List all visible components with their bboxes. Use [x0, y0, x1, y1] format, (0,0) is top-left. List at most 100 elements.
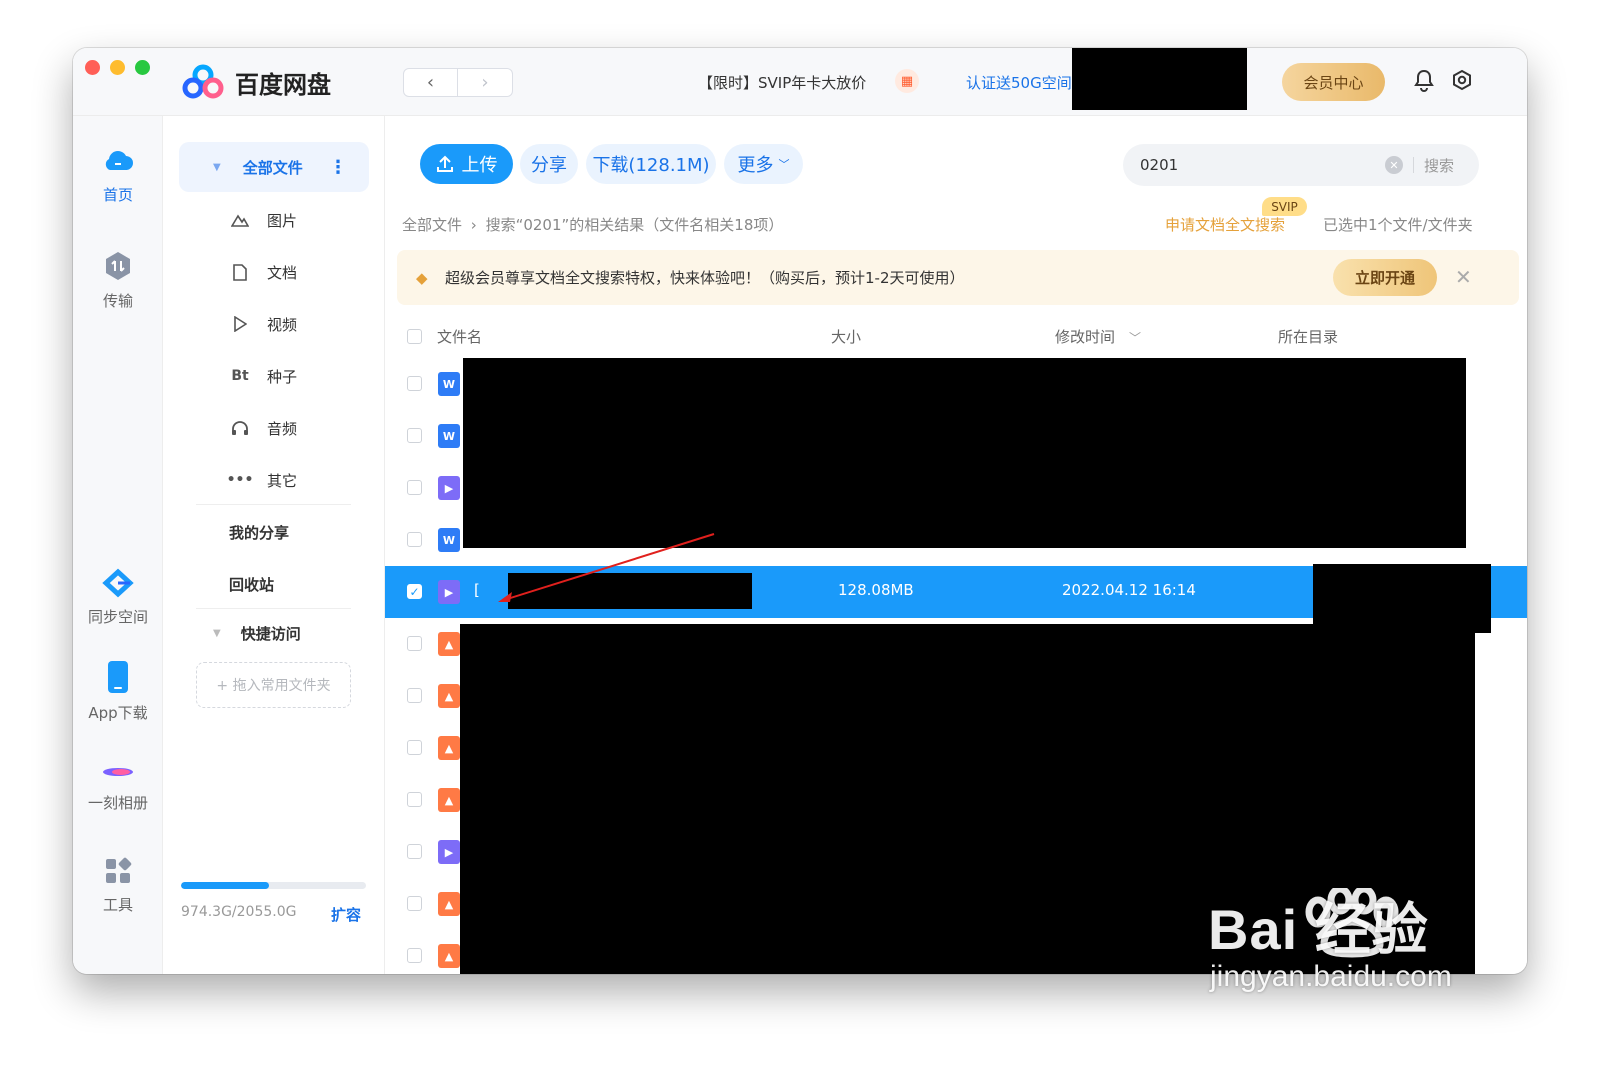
rail-item-tools[interactable]: 工具: [73, 856, 163, 915]
row-checkbox[interactable]: [407, 740, 422, 755]
app-title: 百度网盘: [235, 70, 331, 99]
diamond-icon: ◆: [416, 268, 428, 287]
sidebar-label: 音频: [267, 419, 298, 438]
video-file-icon: ▶: [438, 476, 460, 500]
image-file-icon: ▲: [438, 892, 460, 916]
close-window-button[interactable]: [85, 60, 100, 75]
row-checkbox[interactable]: [407, 480, 422, 495]
redacted-files-top: [463, 358, 1466, 548]
rail-item-sync[interactable]: 同步空间: [73, 568, 163, 627]
gear-icon: [1453, 69, 1471, 91]
grid-icon: [106, 857, 132, 883]
search-button[interactable]: 搜索: [1424, 155, 1454, 176]
column-directory[interactable]: 所在目录: [1278, 326, 1338, 347]
row-checkbox[interactable]: [407, 636, 422, 651]
row-checkbox[interactable]: [407, 792, 422, 807]
chevron-down-icon: ﹀: [1129, 330, 1142, 345]
left-rail: 首页 传输 同步空间 App下载 一刻相册 工具: [73, 116, 163, 974]
forward-button[interactable]: ›: [458, 68, 513, 97]
image-file-icon: ▲: [438, 684, 460, 708]
quick-access-label: 快捷访问: [240, 625, 301, 643]
sidebar-item-recycle[interactable]: 回收站: [229, 574, 274, 595]
select-all-checkbox[interactable]: [407, 328, 422, 344]
baidu-netdisk-logo-icon: [182, 64, 224, 99]
rail-item-home[interactable]: 首页: [73, 146, 163, 205]
triangle-down-icon: ▼: [213, 161, 221, 173]
headphones-icon: [229, 420, 251, 436]
sidebar-item-videos[interactable]: 视频: [229, 312, 297, 336]
sidebar-item-others[interactable]: ••• 其它: [227, 468, 297, 492]
redacted-account: [1072, 48, 1247, 110]
upload-button[interactable]: 上传: [420, 144, 513, 184]
quick-access-header[interactable]: ▼ 快捷访问: [213, 623, 301, 644]
zoom-window-button[interactable]: [135, 60, 150, 75]
row-checkbox[interactable]: [407, 896, 422, 911]
sidebar-label: 文档: [267, 263, 298, 282]
rail-label-album: 一刻相册: [87, 794, 148, 812]
image-icon: [229, 213, 251, 227]
share-button[interactable]: 分享: [520, 144, 578, 184]
app-logo: 百度网盘: [181, 64, 331, 100]
column-size[interactable]: 大小: [831, 326, 861, 347]
image-file-icon: ▲: [438, 632, 460, 656]
album-icon: [103, 768, 133, 776]
sidebar-item-docs[interactable]: 文档: [229, 260, 297, 284]
minimize-window-button[interactable]: [110, 60, 125, 75]
row-checkbox[interactable]: [407, 428, 422, 443]
redacted-directory: [1313, 564, 1491, 633]
rail-item-album[interactable]: 一刻相册: [73, 760, 163, 813]
svip-promo-link[interactable]: 【限时】SVIP年卡大放价: [698, 72, 866, 93]
sidebar-item-my-share[interactable]: 我的分享: [229, 522, 289, 543]
chevron-right-icon: ›: [481, 72, 489, 93]
breadcrumb-root[interactable]: 全部文件: [402, 216, 462, 234]
back-button[interactable]: ‹: [403, 68, 458, 97]
column-modified[interactable]: 修改时间 ﹀: [1055, 326, 1141, 347]
sidebar-item-all-files[interactable]: ▼ 全部文件 ⋮: [179, 142, 369, 192]
rail-item-transfer[interactable]: 传输: [73, 250, 163, 311]
word-file-icon: W: [438, 424, 460, 448]
drop-folder-zone[interactable]: + 拖入常用文件夹: [196, 662, 351, 708]
row-checkbox[interactable]: [407, 532, 422, 547]
bell-icon: [1414, 69, 1434, 92]
sidebar-item-images[interactable]: 图片: [229, 208, 297, 232]
more-button[interactable]: 更多 ﹀: [724, 144, 803, 184]
sidebar-item-torrents[interactable]: Bt 种子: [229, 364, 297, 388]
image-file-icon: ▲: [438, 736, 460, 760]
row-checkbox[interactable]: ✓: [407, 584, 422, 599]
settings-button[interactable]: [1450, 68, 1474, 96]
vip-center-button[interactable]: 会员中心: [1282, 63, 1385, 101]
row-checkbox[interactable]: [407, 688, 422, 703]
download-button[interactable]: 下载(128.1M): [586, 144, 716, 184]
column-name[interactable]: 文件名: [437, 326, 482, 347]
cert-link[interactable]: 认证送50G空间: [966, 72, 1072, 93]
clear-search-icon[interactable]: ✕: [1385, 156, 1403, 174]
triangle-down-icon: ▼: [213, 628, 221, 639]
word-file-icon: W: [438, 528, 460, 552]
vertical-ellipsis-icon[interactable]: ⋮: [329, 157, 347, 178]
file-sidebar: ▼ 全部文件 ⋮ 图片 文档 视频 Bt 种子 音频 ••• 其它 我的分享 回…: [163, 116, 385, 974]
rail-label-transfer: 传输: [102, 292, 133, 310]
sidebar-label: 图片: [267, 211, 298, 230]
row-checkbox[interactable]: [407, 376, 422, 391]
storage-bar: [181, 882, 366, 889]
rail-label-app: App下载: [88, 704, 148, 722]
rail-item-app[interactable]: App下载: [73, 660, 163, 723]
row-checkbox[interactable]: [407, 948, 422, 963]
notification-button[interactable]: [1413, 68, 1435, 96]
sidebar-item-audio[interactable]: 音频: [229, 416, 297, 440]
image-file-icon: ▲: [438, 788, 460, 812]
watermark-main: Bai 经验: [1208, 898, 1429, 961]
gift-icon[interactable]: ▦: [895, 69, 919, 93]
expand-storage-link[interactable]: 扩容: [331, 904, 361, 925]
activate-now-button[interactable]: 立即开通: [1333, 259, 1437, 296]
play-icon: [229, 316, 251, 332]
storage-used-text: 974.3G/2055.0G: [181, 904, 297, 920]
chevron-down-icon: ﹀: [778, 158, 790, 171]
fulltext-search-link[interactable]: 申请文档全文搜索: [1165, 214, 1285, 235]
close-icon[interactable]: ✕: [1455, 265, 1472, 289]
row-checkbox[interactable]: [407, 844, 422, 859]
breadcrumb-current: 搜索“0201”的相关结果（文件名相关18项）: [485, 216, 784, 234]
baidu-jingyan-watermark: Bai 经验 jingyan.baidu.com: [1208, 885, 1452, 994]
svip-banner: ◆ 超级会员尊享文档全文搜索特权，快来体验吧！（购买后，预计1-2天可使用） 立…: [397, 250, 1519, 305]
search-input[interactable]: [1140, 156, 1380, 174]
